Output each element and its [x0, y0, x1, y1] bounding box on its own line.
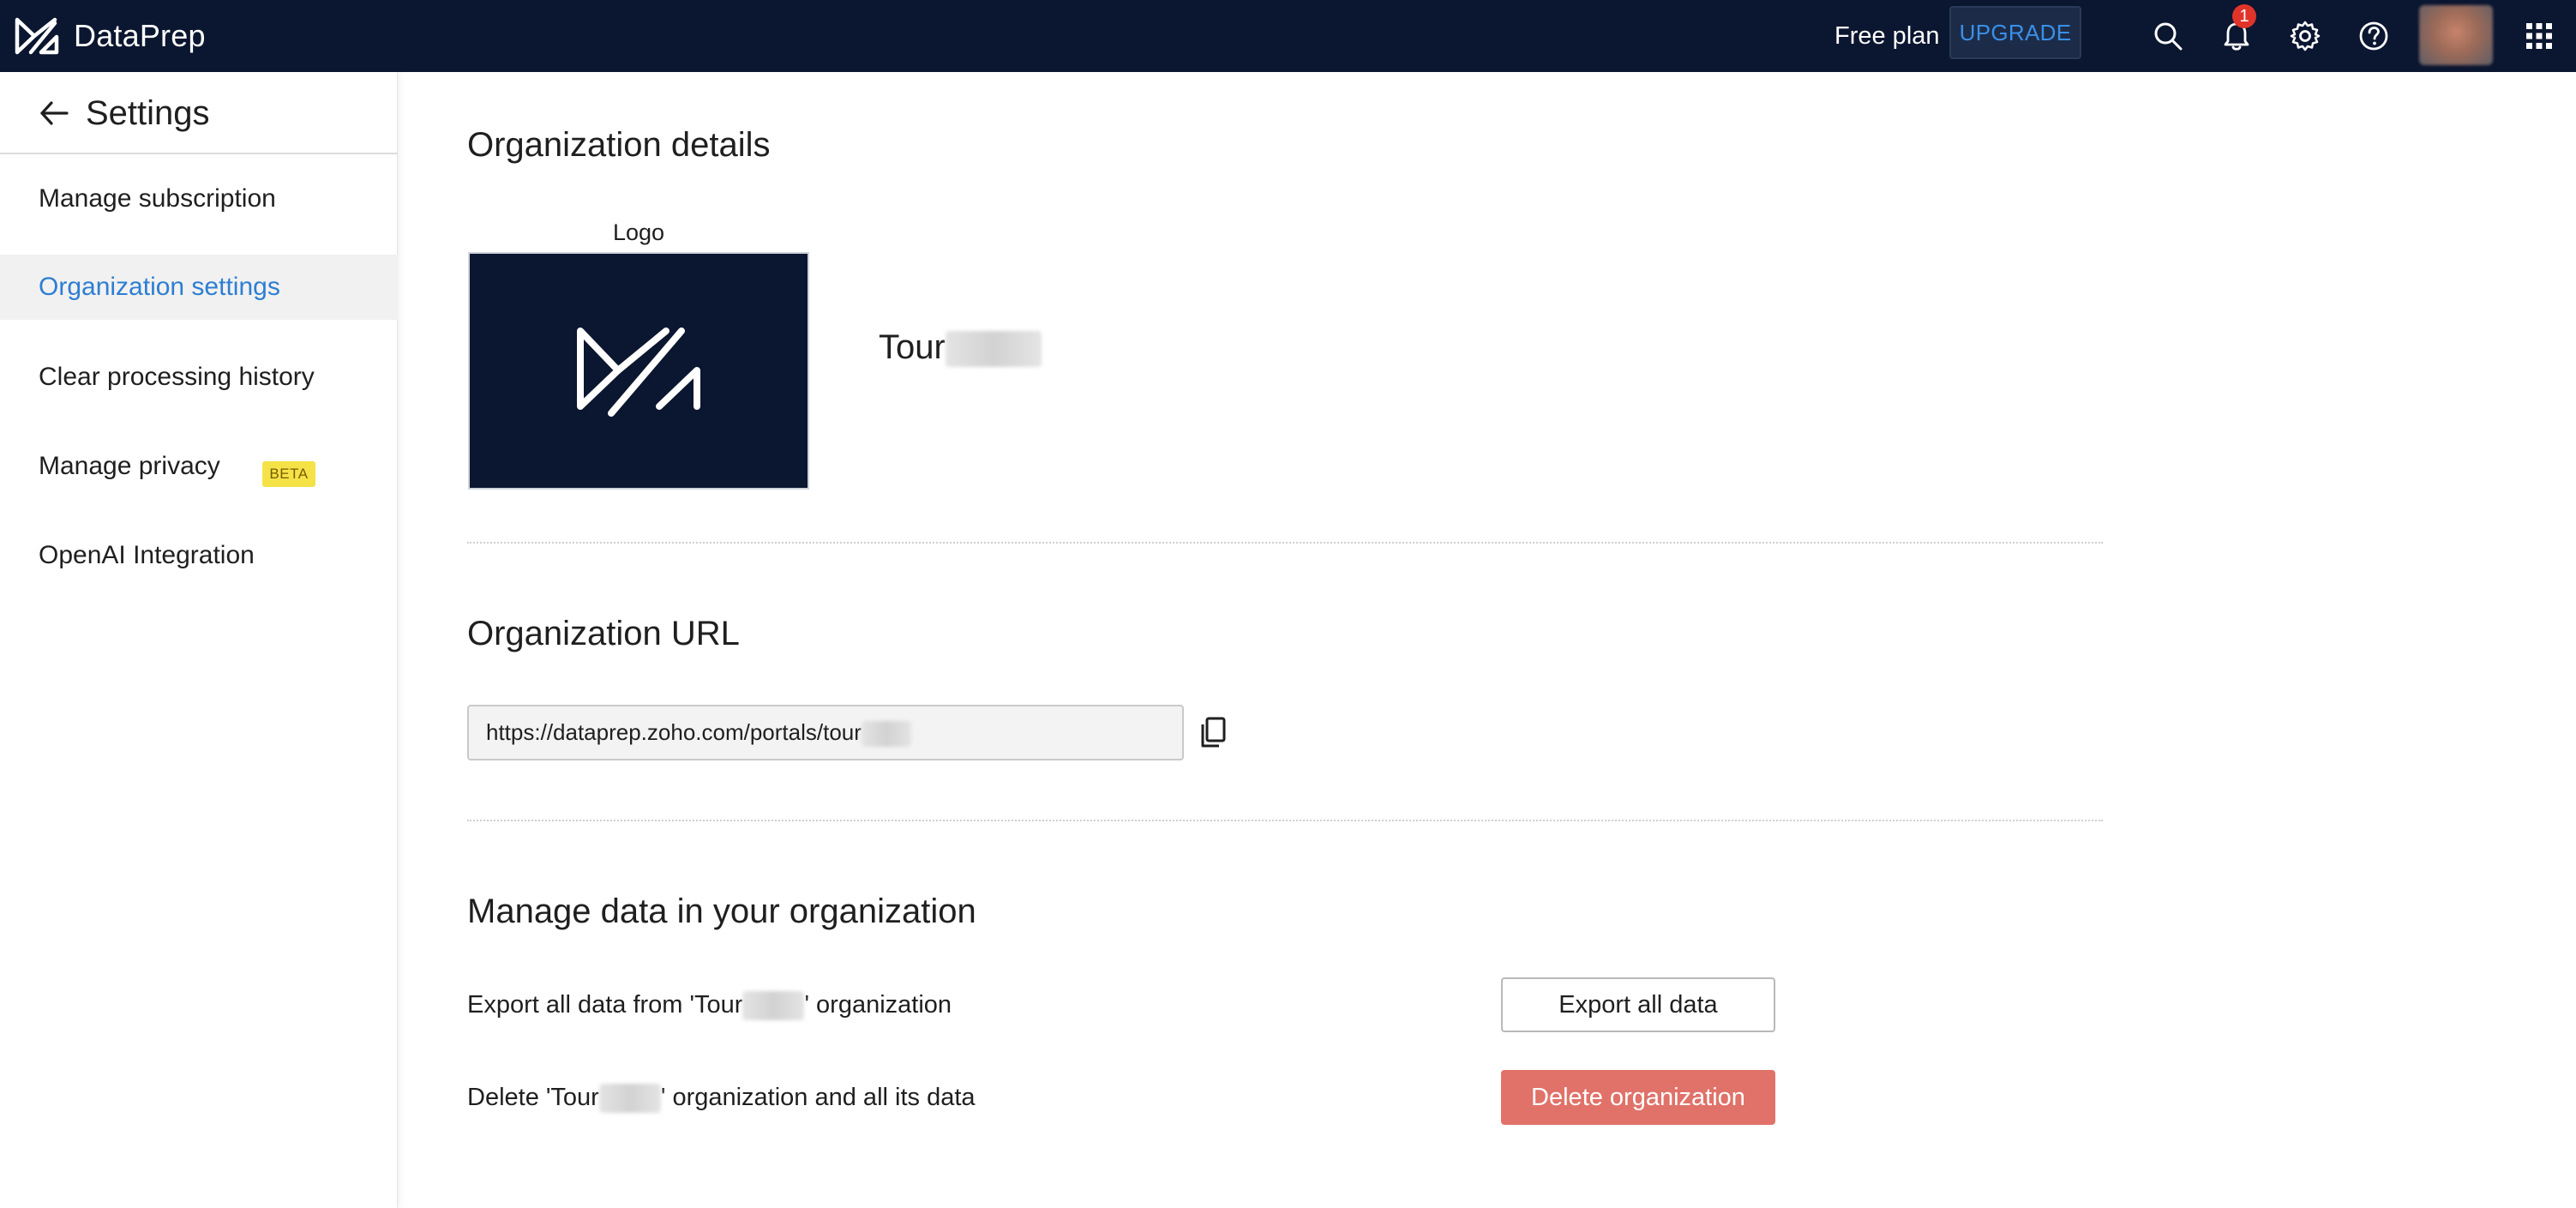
redacted-text	[861, 721, 911, 748]
notification-badge: 1	[2232, 4, 2256, 28]
org-url-title: Organization URL	[467, 615, 740, 652]
sidebar-item-manage-subscription[interactable]: Manage subscription	[0, 166, 398, 231]
redacted-text	[742, 991, 805, 1021]
gear-icon[interactable]	[2285, 15, 2326, 57]
org-url-field[interactable]: https://dataprep.zoho.com/portals/tour	[467, 705, 1184, 760]
delete-organization-button[interactable]: Delete organization	[1501, 1070, 1775, 1125]
org-logo[interactable]	[468, 252, 809, 490]
section-divider	[467, 542, 2103, 544]
settings-sidebar: Settings Manage subscription Organizatio…	[0, 72, 398, 1208]
sidebar-item-clear-processing-history[interactable]: Clear processing history	[0, 345, 398, 410]
brand[interactable]: DataPrep	[12, 10, 206, 62]
sidebar-item-openai-integration[interactable]: OpenAI Integration	[0, 523, 398, 588]
dataprep-logo-icon	[15, 17, 59, 55]
redacted-text	[598, 1084, 661, 1114]
export-all-data-button[interactable]: Export all data	[1501, 977, 1775, 1032]
org-name: Tour	[879, 326, 1042, 369]
help-icon[interactable]	[2353, 15, 2394, 57]
search-icon[interactable]	[2147, 15, 2189, 57]
avatar[interactable]	[2419, 5, 2493, 65]
sidebar-item-organization-settings[interactable]: Organization settings	[0, 255, 398, 320]
logo-label: Logo	[612, 219, 665, 245]
sidebar-header: Settings	[0, 72, 398, 154]
app-name: DataPrep	[74, 18, 206, 53]
org-logo-icon	[577, 328, 700, 417]
manage-data-title: Manage data in your organization	[467, 892, 976, 930]
back-arrow-icon[interactable]	[38, 94, 70, 132]
org-details-title: Organization details	[467, 126, 771, 164]
export-description: Export all data from 'Tour ' organization	[467, 988, 952, 1022]
settings-title: Settings	[86, 94, 210, 132]
section-divider	[467, 820, 2103, 821]
beta-badge: BETA	[262, 461, 315, 487]
copy-icon[interactable]	[1198, 715, 1229, 749]
top-bar: DataPrep Free plan UPGRADE 1	[0, 0, 2576, 72]
sidebar-item-manage-privacy[interactable]: Manage privacy	[0, 434, 398, 499]
plan-label: Free plan	[1834, 22, 1940, 50]
delete-description: Delete 'Tour ' organization and all its d…	[467, 1080, 976, 1115]
redacted-text	[945, 331, 1042, 368]
app-grid-icon[interactable]	[2519, 15, 2560, 57]
upgrade-button[interactable]: UPGRADE	[1949, 6, 2081, 59]
